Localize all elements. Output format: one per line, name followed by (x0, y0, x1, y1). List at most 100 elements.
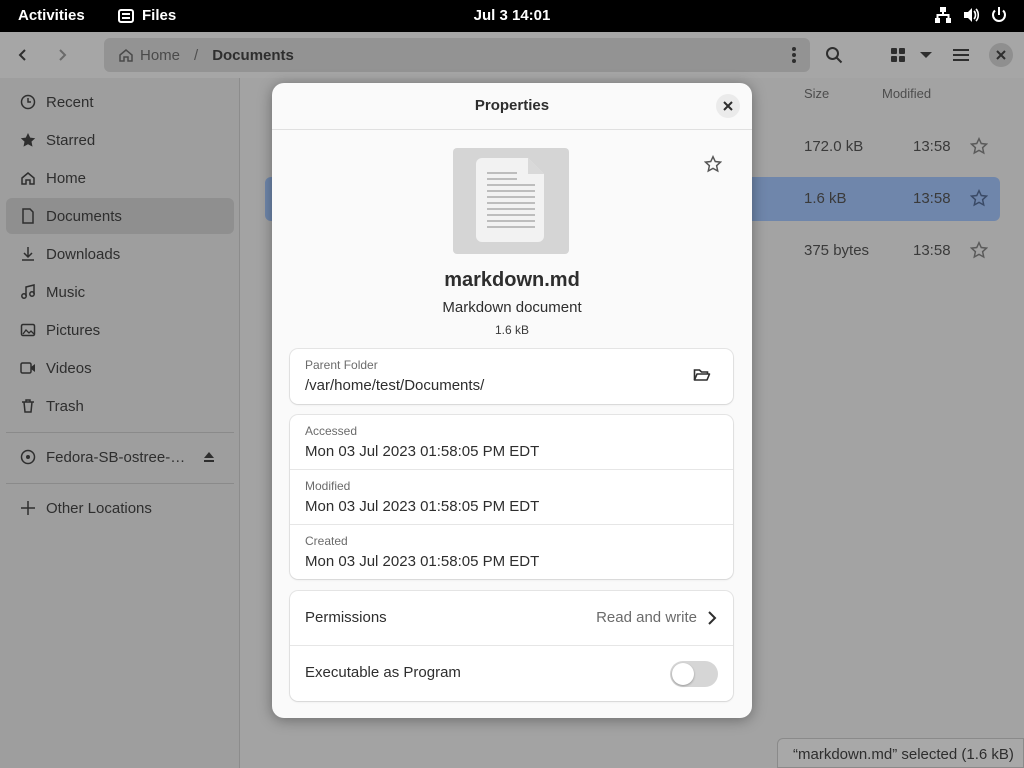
sidebar-item-trash[interactable]: Trash (6, 388, 234, 424)
search-icon (826, 47, 843, 64)
star-button[interactable] (969, 188, 989, 211)
clock[interactable]: Jul 3 14:01 (0, 7, 1024, 24)
breadcrumb-home-label: Home (140, 46, 181, 64)
created-value: Mon 03 Jul 2023 01:58:05 PM EDT (305, 553, 540, 570)
file-type: Markdown document (442, 299, 582, 316)
breadcrumb-documents[interactable]: Documents (212, 47, 294, 64)
eject-icon (204, 452, 214, 462)
parent-folder-card: Parent Folder /var/home/test/Documents/ (290, 349, 733, 404)
sidebar-divider (6, 432, 234, 433)
column-header-size[interactable]: Size (804, 86, 829, 101)
power-icon (992, 7, 1006, 22)
grid-icon (891, 48, 905, 62)
created-label: Created (305, 534, 348, 548)
clock-icon (20, 94, 36, 110)
executable-toggle[interactable] (670, 661, 718, 687)
hamburger-icon (953, 49, 969, 61)
file-thumbnail (453, 148, 569, 254)
disc-icon (20, 449, 36, 465)
accessed-value: Mon 03 Jul 2023 01:58:05 PM EDT (305, 443, 540, 460)
header-bar: Home / Documents (0, 32, 1024, 78)
properties-dialog: Properties markdown.md Markdown document… (272, 83, 752, 718)
chevron-left-icon (18, 49, 26, 61)
window-close-button[interactable] (986, 40, 1016, 70)
close-icon (996, 50, 1006, 60)
file-size: 1.6 kB (804, 190, 847, 207)
close-icon (723, 101, 733, 111)
file-size: 375 bytes (804, 242, 870, 259)
home-icon (119, 49, 133, 62)
sidebar-item-drive[interactable]: Fedora-SB-ostree-… (6, 439, 234, 475)
search-button[interactable] (819, 40, 849, 70)
sidebar-item-starred[interactable]: Starred (6, 122, 234, 158)
chevron-right-icon (707, 610, 717, 630)
accessed-row: Accessed Mon 03 Jul 2023 01:58:05 PM EDT (290, 415, 733, 470)
sidebar-item-label: Recent (46, 93, 94, 111)
picture-icon (20, 323, 36, 337)
sidebar-item-downloads[interactable]: Downloads (6, 236, 234, 272)
toggle-knob (672, 663, 694, 685)
video-icon (20, 362, 35, 374)
star-outline-icon (969, 136, 989, 155)
permissions-value: Read and write (596, 609, 697, 626)
forward-button[interactable] (47, 40, 77, 70)
sidebar-item-label: Videos (46, 359, 92, 377)
document-icon (22, 208, 34, 224)
parent-folder-label: Parent Folder (305, 358, 378, 372)
home-icon (21, 172, 35, 185)
sidebar-item-home[interactable]: Home (6, 160, 234, 196)
executable-row: Executable as Program (290, 646, 733, 701)
music-icon (21, 284, 35, 299)
kebab-menu-icon (792, 47, 796, 63)
sidebar-item-label: Pictures (46, 321, 101, 339)
selection-status: “markdown.md” selected (1.6 kB) (777, 738, 1024, 768)
open-folder-button[interactable] (693, 367, 711, 387)
path-bar[interactable]: Home / Documents (104, 38, 810, 72)
grid-view-button[interactable] (883, 40, 913, 70)
view-options-button[interactable] (911, 40, 941, 70)
sidebar-item-label: Trash (46, 397, 84, 415)
sidebar-item-label: Fedora-SB-ostree-… (46, 448, 186, 466)
column-header-modified[interactable]: Modified (882, 86, 931, 101)
sidebar-item-other-locations[interactable]: Other Locations (6, 490, 234, 526)
star-button[interactable] (969, 136, 989, 159)
plus-icon (21, 501, 35, 515)
sidebar-item-pictures[interactable]: Pictures (6, 312, 234, 348)
sidebar-item-videos[interactable]: Videos (6, 350, 234, 386)
executable-label: Executable as Program (305, 664, 461, 681)
modified-row: Modified Mon 03 Jul 2023 01:58:05 PM EDT (290, 470, 733, 525)
download-icon (22, 247, 34, 261)
file-modified: 13:58 (913, 242, 951, 259)
sidebar-item-music[interactable]: Music (6, 274, 234, 310)
back-button[interactable] (8, 40, 38, 70)
folder-open-icon (693, 369, 711, 381)
top-bar: Activities Files Jul 3 14:01 (0, 0, 1024, 32)
chevron-down-icon (920, 52, 932, 58)
accessed-label: Accessed (305, 424, 358, 438)
dialog-close-button[interactable] (716, 94, 740, 118)
sidebar-item-documents[interactable]: Documents (6, 198, 234, 234)
trash-icon (22, 399, 34, 413)
sidebar-item-label: Music (46, 283, 86, 301)
star-button[interactable] (969, 240, 989, 263)
sidebar-item-label: Starred (46, 131, 96, 149)
eject-button[interactable] (202, 450, 216, 468)
star-file-button[interactable] (703, 154, 723, 177)
sidebar-item-recent[interactable]: Recent (6, 84, 234, 120)
modified-label: Modified (305, 479, 351, 493)
network-icon (935, 7, 951, 23)
main-menu-button[interactable] (946, 40, 976, 70)
dialog-title: Properties (272, 83, 752, 130)
parent-folder-row: Parent Folder /var/home/test/Documents/ (290, 349, 733, 404)
permissions-row[interactable]: Permissions Read and write (290, 591, 733, 646)
permissions-label: Permissions (305, 609, 387, 626)
sidebar-item-label: Downloads (46, 245, 121, 263)
parent-folder-path: /var/home/test/Documents/ (305, 377, 485, 394)
star-outline-icon (969, 240, 989, 259)
breadcrumb-home[interactable]: Home (118, 47, 180, 64)
system-tray[interactable] (934, 6, 1008, 24)
sidebar-divider (6, 483, 234, 484)
star-outline-icon (969, 188, 989, 207)
more-options-button[interactable] (786, 45, 802, 69)
volume-icon (964, 8, 980, 22)
